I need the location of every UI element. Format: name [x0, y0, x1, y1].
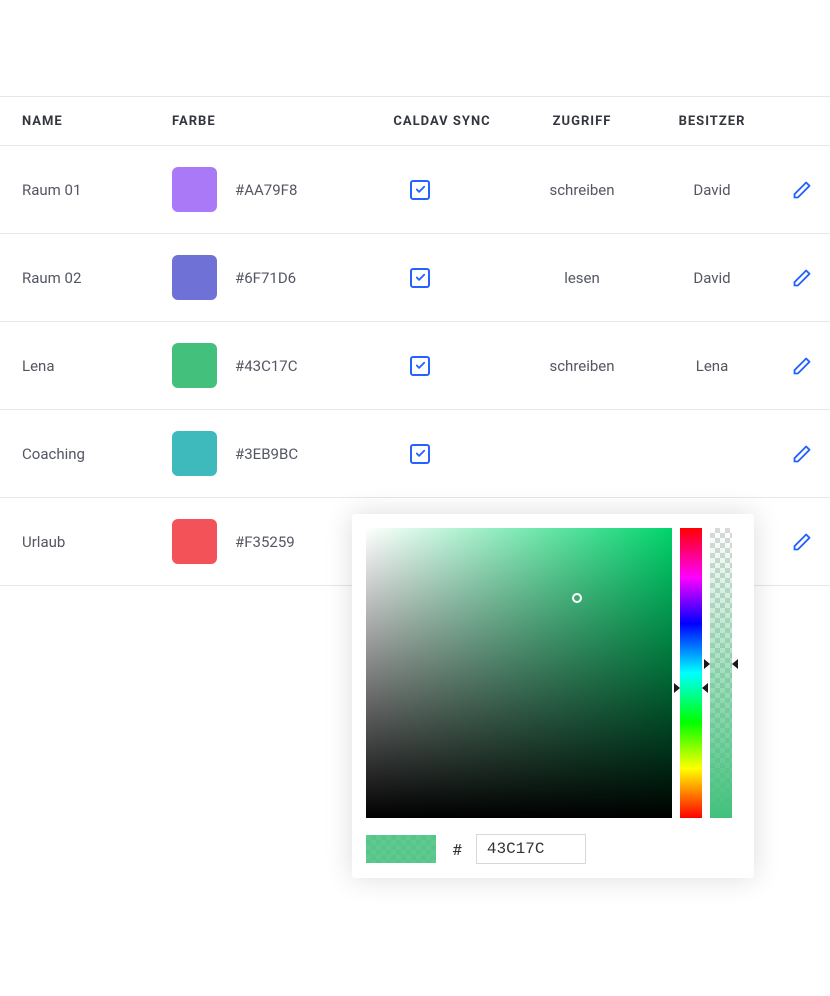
- cell-name: Urlaub: [22, 533, 172, 551]
- table-header-row: NAME FARBE CALDAV SYNC ZUGRIFF BESITZER: [0, 96, 830, 146]
- col-color: FARBE: [172, 114, 372, 129]
- cell-name: Raum 01: [22, 181, 172, 199]
- edit-button[interactable]: [772, 356, 830, 376]
- caldav-checkbox[interactable]: [410, 268, 430, 288]
- hex-hash-label: #: [452, 840, 462, 859]
- caldav-checkbox[interactable]: [410, 180, 430, 200]
- hex-label: #F35259: [235, 533, 295, 551]
- preview-swatch: [366, 835, 436, 863]
- caldav-checkbox[interactable]: [410, 356, 430, 376]
- cell-color: #AA79F8: [172, 167, 372, 212]
- cell-color: #3EB9BC: [172, 431, 372, 476]
- cell-access: schreiben: [512, 357, 652, 375]
- cell-access: lesen: [512, 269, 652, 287]
- col-access: ZUGRIFF: [512, 114, 652, 129]
- cell-color: #F35259: [172, 519, 372, 564]
- color-swatch[interactable]: [172, 255, 217, 300]
- color-picker-popup: #: [352, 514, 754, 878]
- table-row: Lena #43C17C schreiben Lena: [0, 322, 830, 410]
- edit-button[interactable]: [772, 532, 830, 552]
- edit-button[interactable]: [772, 268, 830, 288]
- hex-input[interactable]: [476, 834, 586, 864]
- table-row: Raum 01 #AA79F8 schreiben David: [0, 146, 830, 234]
- cell-owner: David: [652, 181, 772, 199]
- col-owner: BESITZER: [652, 114, 772, 129]
- cell-caldav: [372, 356, 512, 376]
- cell-color: #6F71D6: [172, 255, 372, 300]
- cell-owner: David: [652, 269, 772, 287]
- hex-label: #3EB9BC: [235, 445, 298, 463]
- edit-button[interactable]: [772, 444, 830, 464]
- sv-cursor: [572, 593, 582, 603]
- col-name: NAME: [22, 114, 172, 129]
- cell-name: Lena: [22, 357, 172, 375]
- cell-caldav: [372, 268, 512, 288]
- edit-button[interactable]: [772, 180, 830, 200]
- hex-label: #6F71D6: [235, 269, 296, 287]
- color-swatch[interactable]: [172, 167, 217, 212]
- col-caldav: CALDAV SYNC: [372, 114, 512, 129]
- cell-caldav: [372, 180, 512, 200]
- alpha-slider[interactable]: [710, 528, 732, 818]
- cell-name: Coaching: [22, 445, 172, 463]
- table-row: Coaching #3EB9BC: [0, 410, 830, 498]
- saturation-value-panel[interactable]: [366, 528, 672, 818]
- hue-slider[interactable]: [680, 528, 702, 818]
- color-swatch[interactable]: [172, 519, 217, 564]
- hex-label: #AA79F8: [235, 181, 297, 199]
- caldav-checkbox[interactable]: [410, 444, 430, 464]
- color-swatch[interactable]: [172, 343, 217, 388]
- color-swatch[interactable]: [172, 431, 217, 476]
- cell-color: #43C17C: [172, 343, 372, 388]
- hex-label: #43C17C: [235, 357, 297, 375]
- calendar-table: NAME FARBE CALDAV SYNC ZUGRIFF BESITZER …: [0, 96, 830, 586]
- cell-caldav: [372, 444, 512, 464]
- cell-access: schreiben: [512, 181, 652, 199]
- cell-name: Raum 02: [22, 269, 172, 287]
- cell-owner: Lena: [652, 357, 772, 375]
- table-row: Raum 02 #6F71D6 lesen David: [0, 234, 830, 322]
